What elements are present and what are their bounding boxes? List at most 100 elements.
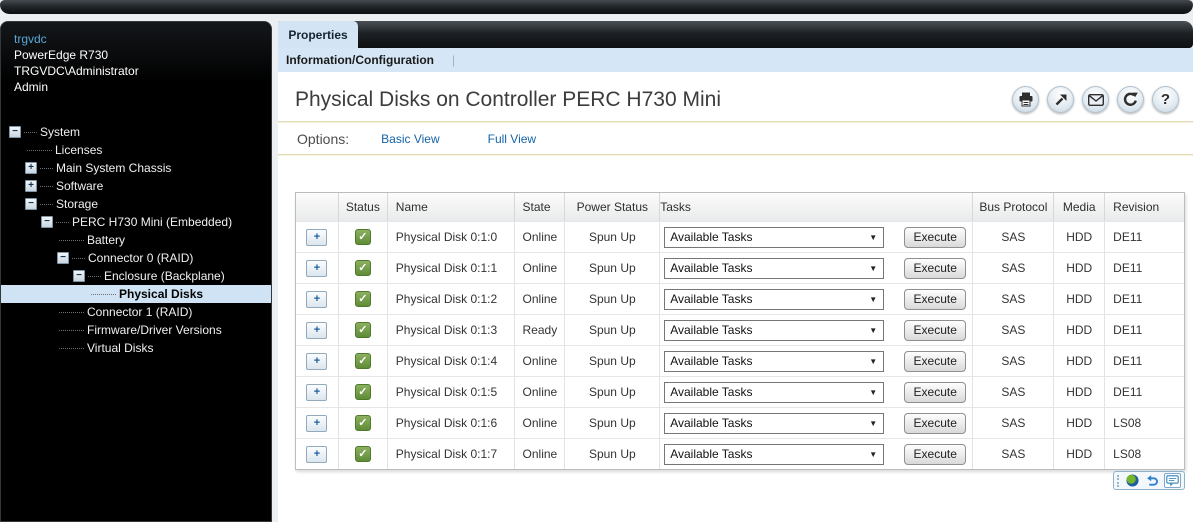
disk-bus-protocol: SAS xyxy=(973,253,1055,283)
execute-button[interactable]: Execute xyxy=(904,226,967,248)
tree-toggle[interactable]: − xyxy=(41,216,53,228)
export-icon[interactable] xyxy=(1047,86,1074,113)
tab-bar: Properties xyxy=(278,21,1193,48)
tree-connector xyxy=(40,185,53,187)
tree-item[interactable]: Firmware/Driver Versions xyxy=(1,321,271,339)
comment-icon[interactable] xyxy=(1164,473,1181,488)
tree-item[interactable]: + Main System Chassis xyxy=(1,159,271,177)
disk-power-status: Spun Up xyxy=(565,408,661,438)
disk-revision: DE11 xyxy=(1113,323,1143,337)
tree-toggle[interactable]: − xyxy=(25,198,37,210)
disk-revision: DE11 xyxy=(1113,292,1143,306)
tree-connector xyxy=(59,239,84,241)
undo-icon[interactable] xyxy=(1144,473,1161,488)
execute-button[interactable]: Execute xyxy=(904,412,967,434)
email-icon[interactable] xyxy=(1082,86,1109,113)
top-banner-bar xyxy=(0,0,1193,14)
basic-view-link[interactable]: Basic View xyxy=(381,132,439,146)
status-ok-icon: ✓ xyxy=(354,353,371,369)
disk-state: Online xyxy=(515,222,566,252)
content-area: Properties Information/Configuration | P… xyxy=(278,21,1193,522)
disk-bus-protocol: SAS xyxy=(973,315,1055,345)
disk-media: HDD xyxy=(1054,377,1106,407)
disk-name: Physical Disk 0:1:6 xyxy=(388,408,515,438)
expand-row-button[interactable]: + xyxy=(306,321,328,339)
tree-item[interactable]: Physical Disks xyxy=(1,285,271,303)
tree-connector xyxy=(72,257,85,259)
tab-properties[interactable]: Properties xyxy=(278,21,358,48)
column-header: Power Status xyxy=(565,193,661,221)
tree-item[interactable]: − Storage xyxy=(1,195,271,213)
system-summary: trgvdc PowerEdge R730 TRGVDC\Administrat… xyxy=(1,22,271,109)
subnav-information-configuration[interactable]: Information/Configuration xyxy=(286,53,434,67)
execute-button[interactable]: Execute xyxy=(904,443,967,465)
table-body: + ✓ Physical Disk 0:1:0 Online Spun Up A… xyxy=(296,221,1184,469)
tree-label: Licenses xyxy=(55,143,103,157)
disk-name: Physical Disk 0:1:0 xyxy=(388,222,515,252)
expand-row-button[interactable]: + xyxy=(306,228,328,246)
execute-button[interactable]: Execute xyxy=(904,288,967,310)
tasks-dropdown[interactable]: Available Tasks ▼ xyxy=(664,381,885,403)
execute-button[interactable]: Execute xyxy=(904,381,967,403)
tree-label: Firmware/Driver Versions xyxy=(87,323,222,337)
disk-state: Online xyxy=(515,439,566,469)
disk-name: Physical Disk 0:1:4 xyxy=(388,346,515,376)
expand-row-button[interactable]: + xyxy=(306,383,328,401)
disk-revision: DE11 xyxy=(1113,354,1143,368)
execute-button[interactable]: Execute xyxy=(904,319,967,341)
full-view-link[interactable]: Full View xyxy=(488,132,536,146)
tree-connector xyxy=(27,149,52,151)
tree-connector xyxy=(88,275,101,277)
tree-connector xyxy=(40,203,53,205)
expand-row-button[interactable]: + xyxy=(306,352,328,370)
tree-toggle[interactable]: + xyxy=(25,180,37,192)
disk-revision: DE11 xyxy=(1113,261,1143,275)
subnav-separator: | xyxy=(451,53,456,67)
tree-item[interactable]: − PERC H730 Mini (Embedded) xyxy=(1,213,271,231)
tasks-dropdown[interactable]: Available Tasks ▼ xyxy=(664,350,885,372)
disk-bus-protocol: SAS xyxy=(973,408,1055,438)
tree-item[interactable]: Licenses xyxy=(1,141,271,159)
disk-media: HDD xyxy=(1054,439,1106,469)
expand-row-button[interactable]: + xyxy=(306,414,328,432)
tree-item[interactable]: + Software xyxy=(1,177,271,195)
disk-name: Physical Disk 0:1:5 xyxy=(388,377,515,407)
tree-connector xyxy=(91,293,116,295)
help-icon[interactable]: ? xyxy=(1152,86,1179,113)
tasks-dropdown[interactable]: Available Tasks ▼ xyxy=(664,319,885,341)
tasks-dropdown[interactable]: Available Tasks ▼ xyxy=(664,288,885,310)
print-icon[interactable] xyxy=(1012,86,1039,113)
tree-toggle[interactable]: − xyxy=(57,252,69,264)
tree-toggle[interactable]: − xyxy=(9,126,21,138)
tree-item[interactable]: − System xyxy=(1,123,271,141)
toolbar-drag-handle-icon[interactable] xyxy=(1117,474,1121,487)
expand-row-button[interactable]: + xyxy=(306,445,328,463)
refresh-icon[interactable] xyxy=(1117,86,1144,113)
hostname-link[interactable]: trgvdc xyxy=(14,31,259,47)
page-title: Physical Disks on Controller PERC H730 M… xyxy=(295,87,721,111)
tasks-dropdown[interactable]: Available Tasks ▼ xyxy=(664,257,885,279)
nav-tree: − System Licenses + Main System Chassis … xyxy=(1,123,271,357)
table-row: + ✓ Physical Disk 0:1:4 Online Spun Up A… xyxy=(296,345,1184,376)
tasks-dropdown[interactable]: Available Tasks ▼ xyxy=(664,443,885,465)
tree-item[interactable]: Battery xyxy=(1,231,271,249)
tree-item[interactable]: − Enclosure (Backplane) xyxy=(1,267,271,285)
table-row: + ✓ Physical Disk 0:1:6 Online Spun Up A… xyxy=(296,407,1184,438)
tree-item[interactable]: − Connector 0 (RAID) xyxy=(1,249,271,267)
tree-toggle[interactable]: + xyxy=(25,162,37,174)
tree-toggle[interactable]: − xyxy=(73,270,85,282)
tree-label: Software xyxy=(56,179,104,193)
tasks-dropdown[interactable]: Available Tasks ▼ xyxy=(664,226,885,248)
divider-bottom xyxy=(278,154,1193,156)
disk-state: Online xyxy=(515,408,566,438)
tree-item[interactable]: Connector 1 (RAID) xyxy=(1,303,271,321)
expand-row-button[interactable]: + xyxy=(306,259,328,277)
expand-row-button[interactable]: + xyxy=(306,290,328,308)
tasks-dropdown[interactable]: Available Tasks ▼ xyxy=(664,412,885,434)
table-row: + ✓ Physical Disk 0:1:1 Online Spun Up A… xyxy=(296,252,1184,283)
execute-button[interactable]: Execute xyxy=(904,350,967,372)
execute-button[interactable]: Execute xyxy=(904,257,967,279)
tree-item[interactable]: Virtual Disks xyxy=(1,339,271,357)
table-row: + ✓ Physical Disk 0:1:7 Online Spun Up A… xyxy=(296,438,1184,469)
globe-icon[interactable] xyxy=(1124,473,1141,488)
